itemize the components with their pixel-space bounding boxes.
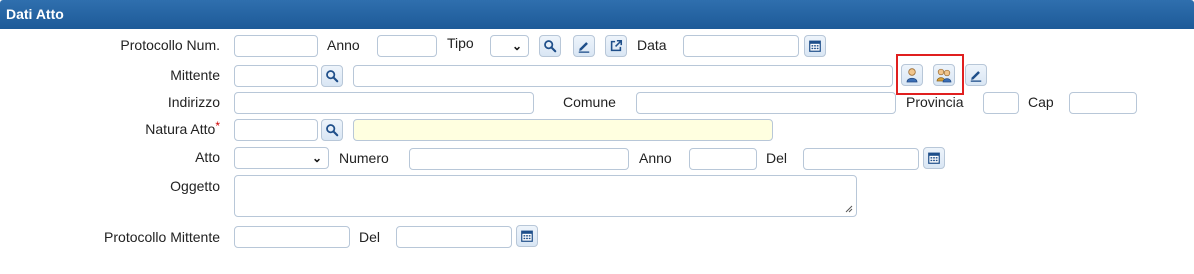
pencil-icon [577, 39, 591, 53]
natura-atto-search-button[interactable] [321, 119, 343, 141]
mittente-label: Mittente [170, 67, 220, 83]
tipo-select[interactable]: ⌄ [490, 35, 529, 57]
del-input-2[interactable] [396, 226, 512, 248]
oggetto-textarea[interactable] [234, 175, 857, 217]
indirizzo-input[interactable] [234, 92, 534, 114]
mittente-code-input[interactable] [234, 65, 318, 87]
comune-label: Comune [563, 94, 616, 110]
protocollo-num-input[interactable] [234, 35, 318, 57]
anno-input[interactable] [377, 35, 437, 57]
del-label: Del [766, 150, 788, 166]
person-icon [904, 67, 920, 83]
calendar-icon [520, 229, 534, 243]
tipo-search-button[interactable] [539, 35, 561, 57]
natura-atto-label: Natura Atto* [60, 119, 220, 137]
protocollo-edit-button[interactable] [573, 35, 595, 57]
data-calendar-button[interactable] [804, 35, 826, 57]
provincia-input[interactable] [983, 92, 1019, 114]
comune-input[interactable] [636, 92, 896, 114]
del-label-2: Del [359, 229, 381, 245]
chevron-down-icon: ⌄ [311, 151, 322, 165]
person-lookup-button[interactable] [901, 64, 923, 86]
chevron-down-icon: ⌄ [511, 39, 522, 53]
search-icon [325, 123, 339, 137]
search-icon [543, 39, 557, 53]
atto-label: Atto [195, 149, 220, 165]
natura-atto-code-input[interactable] [234, 119, 318, 141]
people-lookup-button[interactable] [933, 64, 955, 86]
calendar-icon [927, 151, 941, 165]
natura-atto-text: Natura Atto [145, 121, 216, 137]
data-label: Data [637, 37, 667, 53]
pencil-icon [969, 68, 983, 82]
numero-input[interactable] [409, 148, 629, 170]
section-header: Dati Atto [0, 0, 1194, 29]
atto-select[interactable]: ⌄ [234, 147, 329, 169]
cap-input[interactable] [1069, 92, 1137, 114]
protocollo-open-button[interactable] [605, 35, 627, 57]
anno-label-2: Anno [639, 150, 672, 166]
search-icon [325, 69, 339, 83]
natura-atto-desc-input[interactable] [353, 119, 773, 141]
anno-label: Anno [327, 37, 360, 53]
numero-label: Numero [339, 150, 389, 166]
protocollo-mittente-label: Protocollo Mittente [104, 229, 220, 245]
anno-input-2[interactable] [689, 148, 757, 170]
del-calendar-button[interactable] [923, 147, 945, 169]
protocollo-num-label: Protocollo Num. [120, 37, 220, 53]
del-calendar-button-2[interactable] [516, 225, 538, 247]
calendar-icon [808, 39, 822, 53]
resize-handle-icon[interactable] [845, 205, 853, 213]
protocollo-mittente-input[interactable] [234, 226, 350, 248]
tipo-label: Tipo [447, 35, 474, 51]
mittente-search-button[interactable] [321, 65, 343, 87]
external-link-icon [609, 39, 623, 53]
mittente-edit-button[interactable] [965, 64, 987, 86]
del-input[interactable] [803, 148, 919, 170]
people-icon [936, 67, 952, 83]
required-mark: * [215, 119, 220, 133]
data-input[interactable] [683, 35, 799, 57]
cap-label: Cap [1028, 94, 1054, 110]
provincia-label: Provincia [906, 94, 964, 110]
indirizzo-label: Indirizzo [167, 94, 220, 110]
mittente-name-input[interactable] [353, 65, 893, 87]
oggetto-label: Oggetto [170, 178, 220, 194]
